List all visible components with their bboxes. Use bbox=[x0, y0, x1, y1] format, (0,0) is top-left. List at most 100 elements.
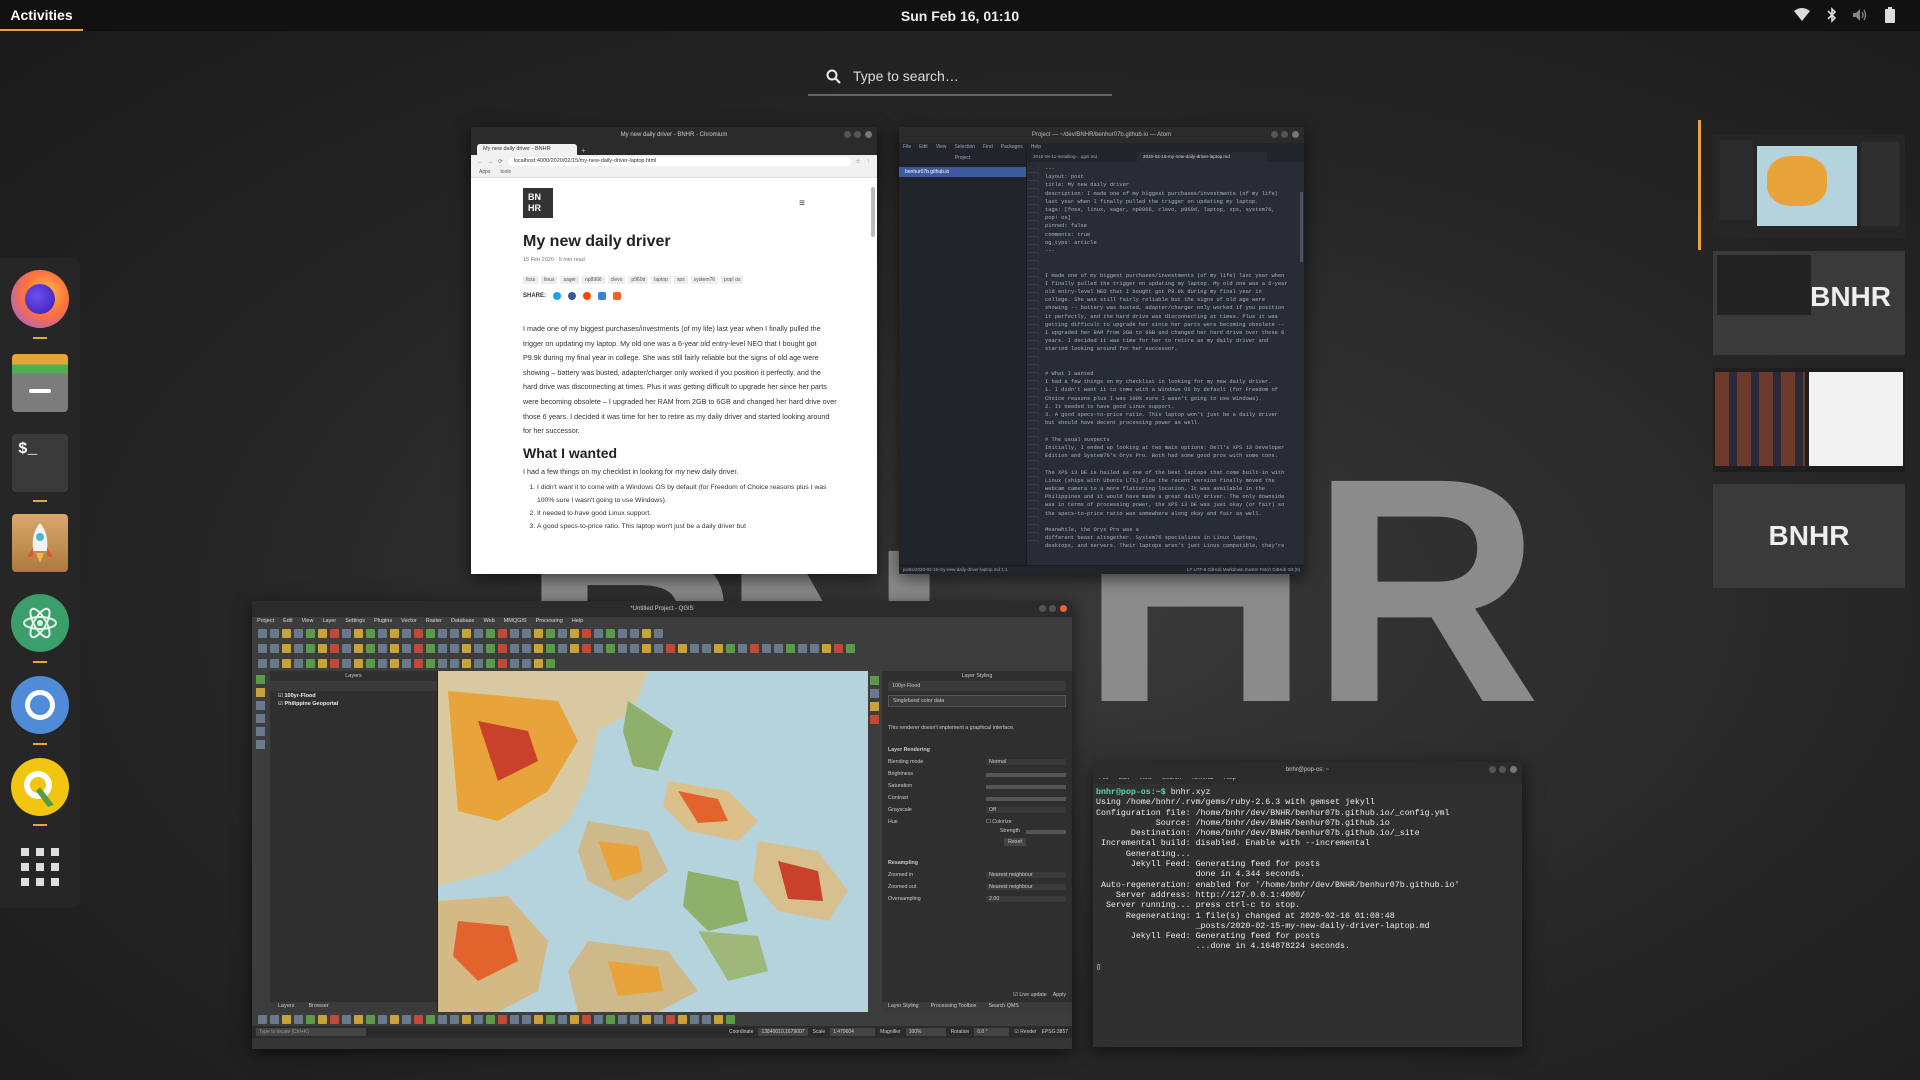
brightness-slider[interactable] bbox=[986, 773, 1066, 777]
menu-processing[interactable]: Processing bbox=[536, 618, 563, 625]
menu-vector[interactable]: Vector bbox=[401, 618, 417, 625]
styling-side-toolbar[interactable] bbox=[868, 671, 882, 1012]
scale-field[interactable]: 1:479604 bbox=[830, 1028, 876, 1036]
tab-browser[interactable]: Browser bbox=[309, 1003, 329, 1011]
menu-raster[interactable]: Raster bbox=[426, 618, 442, 625]
forward-icon[interactable]: → bbox=[488, 159, 494, 165]
scrollbar[interactable] bbox=[1300, 192, 1303, 262]
menu-icon[interactable]: ⋮ bbox=[866, 159, 872, 165]
search-input[interactable] bbox=[853, 68, 1103, 84]
terminal-output[interactable]: bnhr@pop-os:~$ bnhr.xyz Using /home/bnhr… bbox=[1093, 784, 1522, 1047]
bluetooth-icon[interactable] bbox=[1824, 7, 1840, 23]
close-icon[interactable] bbox=[1292, 131, 1299, 138]
reload-icon[interactable]: ⟳ bbox=[498, 159, 503, 165]
facebook-icon[interactable] bbox=[568, 292, 577, 300]
menu-find[interactable]: Find bbox=[983, 144, 993, 151]
browser-tab[interactable]: My new daily driver - BNHR bbox=[477, 144, 577, 155]
tag[interactable]: sager bbox=[560, 276, 579, 284]
maximize-icon[interactable] bbox=[1499, 766, 1506, 773]
site-logo[interactable]: BN HR bbox=[523, 188, 553, 218]
menu-edit[interactable]: Edit bbox=[283, 618, 292, 625]
toolbar-row-3[interactable] bbox=[252, 656, 1072, 671]
locator-input[interactable]: Type to locate (Ctrl+K) bbox=[256, 1028, 366, 1036]
menu-packages[interactable]: Packages bbox=[1001, 144, 1023, 151]
digitizing-toolbar[interactable] bbox=[252, 671, 270, 1012]
atom-window[interactable]: Project — ~/dev/BNHR/benhur07b.github.io… bbox=[899, 127, 1304, 574]
terminal-icon[interactable]: $_ bbox=[12, 434, 68, 492]
minimize-icon[interactable] bbox=[1039, 605, 1046, 612]
workspace-thumbnail-4[interactable]: BNHR bbox=[1713, 484, 1905, 588]
show-applications-icon[interactable] bbox=[11, 838, 69, 896]
atom-icon[interactable] bbox=[11, 594, 69, 652]
tag[interactable]: linux bbox=[541, 276, 558, 284]
styling-layer-select[interactable]: 100yr-Flood bbox=[888, 681, 1066, 691]
chromium-icon[interactable] bbox=[11, 676, 69, 734]
menu-settings[interactable]: Settings bbox=[345, 618, 365, 625]
menu-view[interactable]: View bbox=[936, 144, 947, 151]
reddit-icon[interactable] bbox=[583, 292, 592, 300]
strength-slider[interactable] bbox=[1026, 830, 1066, 834]
menu-help[interactable]: Help bbox=[1031, 144, 1041, 151]
menu-database[interactable]: Database bbox=[451, 618, 475, 625]
grayscale-select[interactable]: Off bbox=[986, 807, 1066, 813]
menu-selection[interactable]: Selection bbox=[954, 144, 975, 151]
terminal-window[interactable]: bnhr@pop-os: ~ File Edit View Search Termina… bbox=[1093, 762, 1522, 1047]
search-box[interactable] bbox=[808, 58, 1112, 96]
menu-project[interactable]: Project bbox=[257, 618, 274, 625]
twitter-icon[interactable] bbox=[553, 292, 562, 300]
tag[interactable]: laptop bbox=[651, 276, 671, 284]
minimize-icon[interactable] bbox=[1271, 131, 1278, 138]
window-titlebar[interactable]: Project — ~/dev/BNHR/benhur07b.github.io… bbox=[899, 127, 1304, 143]
email-icon[interactable] bbox=[598, 292, 607, 300]
tag[interactable]: foss bbox=[523, 276, 539, 284]
clock-button[interactable]: Sun Feb 16, 01:10 bbox=[901, 8, 1019, 24]
star-icon[interactable]: ☆ bbox=[856, 159, 861, 165]
new-tab-button[interactable]: + bbox=[581, 146, 586, 155]
crs-button[interactable]: EPSG:3857 bbox=[1042, 1029, 1068, 1035]
oversampling-input[interactable]: 2.00 bbox=[986, 896, 1066, 902]
blending-mode-select[interactable]: Normal bbox=[986, 759, 1066, 765]
apply-button[interactable]: Apply bbox=[1053, 992, 1066, 998]
tag[interactable]: np8966 bbox=[581, 276, 605, 284]
bookmark-tools[interactable]: tools bbox=[500, 169, 511, 176]
maximize-icon[interactable] bbox=[1281, 131, 1288, 138]
reset-button[interactable]: Reset bbox=[1004, 838, 1026, 846]
rotation-field[interactable]: 0.0 ° bbox=[974, 1028, 1010, 1036]
colorize-checkbox[interactable]: ☐ Colorize bbox=[986, 819, 1066, 825]
workspace-thumbnail-2[interactable]: BNHR bbox=[1713, 251, 1905, 355]
tag[interactable]: xps bbox=[673, 276, 688, 284]
chromium-window[interactable]: My new daily driver - BNHR - Chromium My… bbox=[471, 127, 877, 574]
layer-item[interactable]: ☑ Philippine Geoportal bbox=[270, 701, 437, 707]
activities-button[interactable]: Activities bbox=[0, 0, 83, 31]
render-checkbox[interactable]: ☑ Render bbox=[1014, 1029, 1036, 1035]
menu-help[interactable]: Help bbox=[572, 618, 583, 625]
menu-web[interactable]: Web bbox=[483, 618, 494, 625]
window-titlebar[interactable]: bnhr@pop-os: ~ bbox=[1093, 762, 1522, 778]
back-icon[interactable]: ← bbox=[477, 159, 483, 165]
saturation-slider[interactable] bbox=[986, 785, 1066, 789]
workspace-thumbnail-3[interactable] bbox=[1713, 368, 1905, 472]
menu-layer[interactable]: Layer bbox=[322, 618, 336, 625]
maximize-icon[interactable] bbox=[1049, 605, 1056, 612]
zoomed-in-select[interactable]: Nearest neighbour bbox=[986, 872, 1066, 878]
menu-plugins[interactable]: Plugins bbox=[374, 618, 392, 625]
close-icon[interactable] bbox=[865, 131, 872, 138]
tab-layer-styling[interactable]: Layer Styling bbox=[888, 1003, 919, 1011]
menu-mmqgis[interactable]: MMQGIS bbox=[504, 618, 527, 625]
qgis-window[interactable]: *Untitled Project - QGIS Project Edit View… bbox=[252, 601, 1072, 1049]
scrollbar[interactable] bbox=[871, 187, 875, 237]
wifi-icon[interactable] bbox=[1794, 7, 1810, 23]
map-canvas[interactable] bbox=[438, 671, 868, 1012]
layer-item[interactable]: ☑ 100yr-Flood bbox=[270, 691, 437, 701]
close-icon[interactable] bbox=[1060, 605, 1067, 612]
editor-tab-active[interactable]: 2020-02-15-my-new-daily-driver-laptop.md bbox=[1137, 152, 1267, 162]
zoomed-out-select[interactable]: Nearest neighbour bbox=[986, 884, 1066, 890]
live-update-checkbox[interactable]: ☑ Live update bbox=[1013, 992, 1047, 998]
workspace-thumbnail-1[interactable] bbox=[1713, 134, 1905, 238]
maximize-icon[interactable] bbox=[854, 131, 861, 138]
bookmark-apps[interactable]: Apps bbox=[479, 169, 490, 176]
layers-toolbar[interactable] bbox=[270, 681, 437, 691]
tag[interactable]: system76 bbox=[690, 276, 719, 284]
window-titlebar[interactable]: My new daily driver - BNHR - Chromium bbox=[471, 127, 877, 143]
address-bar[interactable]: localhost:4000/2020/02/15/my-new-daily-d… bbox=[507, 157, 851, 166]
